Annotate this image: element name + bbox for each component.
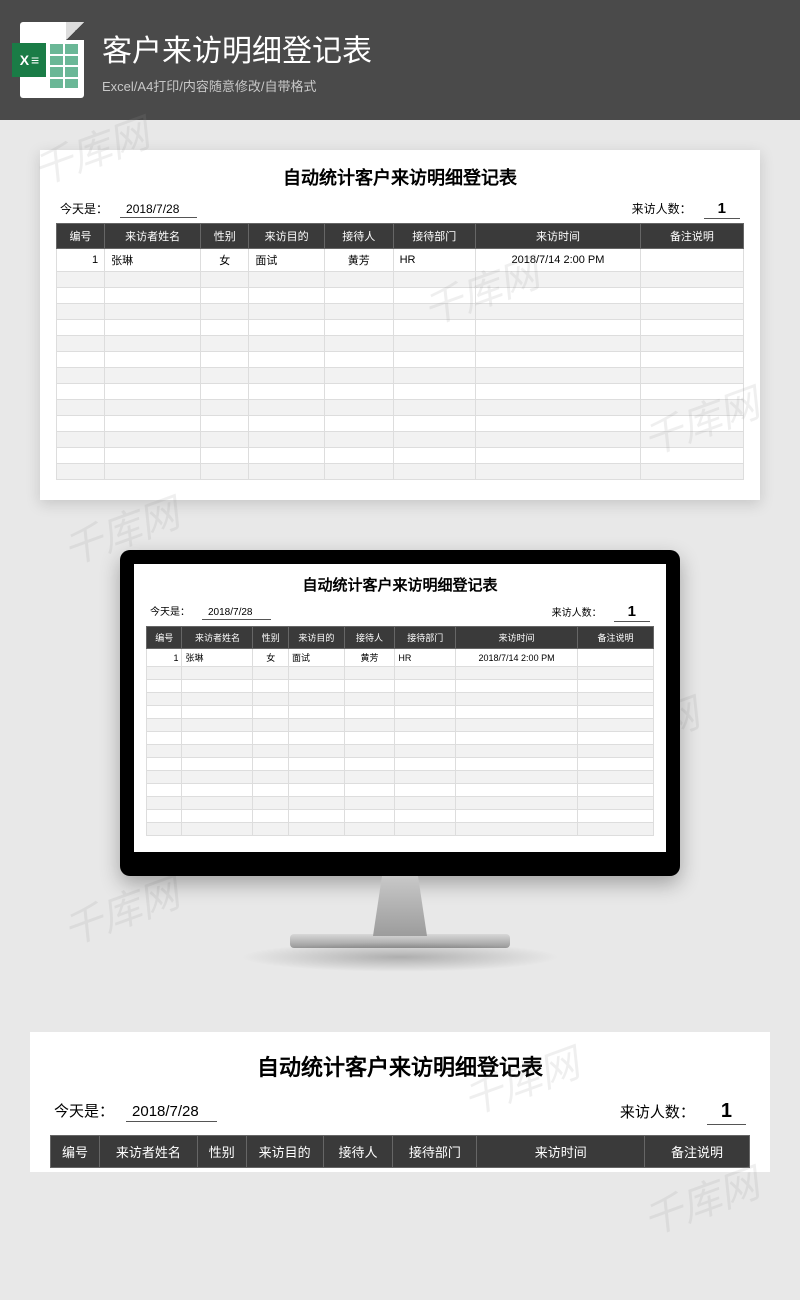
col-purpose: 来访目的 — [288, 627, 344, 649]
col-time: 来访时间 — [456, 627, 578, 649]
col-name: 来访者姓名 — [182, 627, 253, 649]
sheet-info-row: 今天是： 2018/7/28 来访人数： 1 — [56, 200, 744, 223]
table-row: 1 张琳 女 面试 黄芳 HR 2018/7/14 2:00 PM — [57, 249, 744, 272]
table-row — [57, 368, 744, 384]
count-label: 来访人数： — [632, 200, 692, 217]
table-row — [147, 784, 654, 797]
count-label: 来访人数： — [620, 1101, 695, 1122]
col-receiver: 接待人 — [324, 224, 393, 249]
table-row — [147, 680, 654, 693]
today-value: 2018/7/28 — [202, 607, 271, 620]
col-remark: 备注说明 — [645, 1136, 750, 1168]
table-row — [147, 745, 654, 758]
page-header: X ≡ 客户来访明细登记表 Excel/A4打印/内容随意修改/自带格式 — [0, 0, 800, 120]
table-row — [147, 810, 654, 823]
col-gender: 性别 — [253, 627, 288, 649]
table-row — [57, 384, 744, 400]
table-row — [57, 304, 744, 320]
col-receiver: 接待人 — [344, 627, 395, 649]
cell-gender: 女 — [201, 249, 249, 272]
today-label: 今天是： — [150, 603, 190, 618]
col-gender: 性别 — [201, 224, 249, 249]
table-row — [57, 400, 744, 416]
col-id: 编号 — [51, 1136, 100, 1168]
table-row: 1 张琳 女 面试 黄芳 HR 2018/7/14 2:00 PM — [147, 649, 654, 667]
monitor-stand — [355, 876, 445, 936]
table-row — [147, 719, 654, 732]
count-value: 1 — [704, 200, 740, 219]
table-row — [57, 352, 744, 368]
table-row — [147, 706, 654, 719]
table-row — [147, 693, 654, 706]
table-row — [147, 823, 654, 836]
table-row — [57, 464, 744, 480]
count-value: 1 — [614, 603, 650, 622]
preview-card-bottom: 自动统计客户来访明细登记表 今天是： 2018/7/28 来访人数： 1 编号 … — [30, 1032, 770, 1172]
table-row — [147, 771, 654, 784]
today-label: 今天是： — [60, 200, 108, 217]
col-dept: 接待部门 — [395, 627, 456, 649]
excel-x-badge: X ≡ — [12, 43, 46, 77]
cell-receiver: 黄芳 — [324, 249, 393, 272]
cell-time: 2018/7/14 2:00 PM — [476, 249, 641, 272]
sheet-title: 自动统计客户来访明细登记表 — [146, 574, 654, 595]
table-row — [57, 288, 744, 304]
preview-card-top: 自动统计客户来访明细登记表 今天是： 2018/7/28 来访人数： 1 编号 … — [40, 150, 760, 500]
col-time: 来访时间 — [477, 1136, 645, 1168]
col-name: 来访者姓名 — [99, 1136, 197, 1168]
col-dept: 接待部门 — [393, 224, 475, 249]
cell-dept: HR — [395, 649, 456, 667]
sheet-title: 自动统计客户来访明细登记表 — [50, 1050, 750, 1082]
col-dept: 接待部门 — [393, 1136, 477, 1168]
count-label: 来访人数： — [552, 604, 602, 619]
today-label: 今天是： — [54, 1100, 114, 1121]
cell-remark — [577, 649, 653, 667]
cell-gender: 女 — [253, 649, 288, 667]
table-row — [57, 320, 744, 336]
col-id: 编号 — [147, 627, 182, 649]
visitor-table: 编号 来访者姓名 性别 来访目的 接待人 接待部门 来访时间 备注说明 — [50, 1135, 750, 1168]
cell-purpose: 面试 — [249, 249, 325, 272]
table-row — [147, 732, 654, 745]
table-row — [57, 432, 744, 448]
table-row — [147, 758, 654, 771]
page-title: 客户来访明细登记表 — [102, 26, 372, 70]
table-row — [57, 416, 744, 432]
cell-id: 1 — [147, 649, 182, 667]
col-remark: 备注说明 — [577, 627, 653, 649]
visitor-table: 编号 来访者姓名 性别 来访目的 接待人 接待部门 来访时间 备注说明 1 张琳… — [56, 223, 744, 480]
cell-name: 张琳 — [182, 649, 253, 667]
table-row — [147, 667, 654, 680]
cell-time: 2018/7/14 2:00 PM — [456, 649, 578, 667]
cell-name: 张琳 — [105, 249, 201, 272]
sheet-title: 自动统计客户来访明细登记表 — [56, 164, 744, 190]
sheet-info-row: 今天是： 2018/7/28 来访人数： 1 — [146, 603, 654, 626]
col-remark: 备注说明 — [640, 224, 743, 249]
table-row — [57, 272, 744, 288]
monitor-mockup: 自动统计客户来访明细登记表 今天是： 2018/7/28 来访人数： 1 编号 — [0, 550, 800, 972]
monitor-shadow — [240, 942, 560, 972]
col-id: 编号 — [57, 224, 105, 249]
today-value: 2018/7/28 — [126, 1103, 217, 1122]
page-subtitle: Excel/A4打印/内容随意修改/自带格式 — [102, 76, 372, 95]
today-value: 2018/7/28 — [120, 202, 197, 218]
cell-id: 1 — [57, 249, 105, 272]
excel-file-icon: X ≡ — [20, 22, 84, 98]
count-value: 1 — [707, 1100, 746, 1125]
col-purpose: 来访目的 — [249, 224, 325, 249]
cell-remark — [640, 249, 743, 272]
table-row — [57, 448, 744, 464]
col-name: 来访者姓名 — [105, 224, 201, 249]
col-receiver: 接待人 — [323, 1136, 393, 1168]
col-time: 来访时间 — [476, 224, 641, 249]
cell-dept: HR — [393, 249, 475, 272]
table-row — [147, 797, 654, 810]
visitor-table: 编号 来访者姓名 性别 来访目的 接待人 接待部门 来访时间 备注说明 1 — [146, 626, 654, 836]
col-purpose: 来访目的 — [246, 1136, 323, 1168]
table-row — [57, 336, 744, 352]
cell-purpose: 面试 — [288, 649, 344, 667]
sheet-info-row: 今天是： 2018/7/28 来访人数： 1 — [50, 1100, 750, 1135]
col-gender: 性别 — [197, 1136, 246, 1168]
cell-receiver: 黄芳 — [344, 649, 395, 667]
